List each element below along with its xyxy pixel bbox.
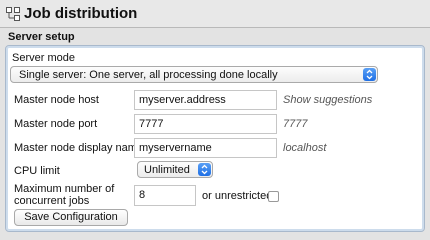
title-bar: Job distribution xyxy=(0,0,430,28)
page-title: Job distribution xyxy=(24,5,138,22)
master-host-input[interactable]: myserver.address xyxy=(134,90,277,110)
max-jobs-input[interactable]: 8 xyxy=(134,185,196,206)
network-nodes-icon xyxy=(6,7,20,21)
master-port-default-hint: 7777 xyxy=(283,118,308,130)
master-display-name-default-hint: localhost xyxy=(283,142,327,154)
server-mode-value: Single server: One server, all processin… xyxy=(19,69,278,81)
cpu-limit-label: CPU limit xyxy=(14,165,60,177)
unrestricted-label: or unrestricted xyxy=(202,190,273,202)
master-port-input[interactable]: 7777 xyxy=(134,114,277,134)
max-jobs-label-line2: concurrent jobs xyxy=(14,195,90,207)
server-mode-label: Server mode xyxy=(12,52,75,64)
master-host-label: Master node host xyxy=(14,94,99,106)
save-configuration-button[interactable]: Save Configuration xyxy=(14,209,128,226)
select-arrows-icon xyxy=(363,68,376,81)
select-arrows-icon xyxy=(198,163,211,176)
unrestricted-checkbox[interactable] xyxy=(268,191,279,202)
master-port-label: Master node port xyxy=(14,118,98,130)
master-display-name-input[interactable]: myservername xyxy=(134,138,277,158)
show-suggestions-link[interactable]: Show suggestions xyxy=(283,94,372,106)
cpu-limit-value: Unlimited xyxy=(144,164,190,176)
cpu-limit-select[interactable]: Unlimited xyxy=(137,161,213,178)
server-mode-select[interactable]: Single server: One server, all processin… xyxy=(10,66,378,83)
master-display-name-label: Master node display name xyxy=(14,142,144,154)
section-title: Server setup xyxy=(8,31,75,43)
